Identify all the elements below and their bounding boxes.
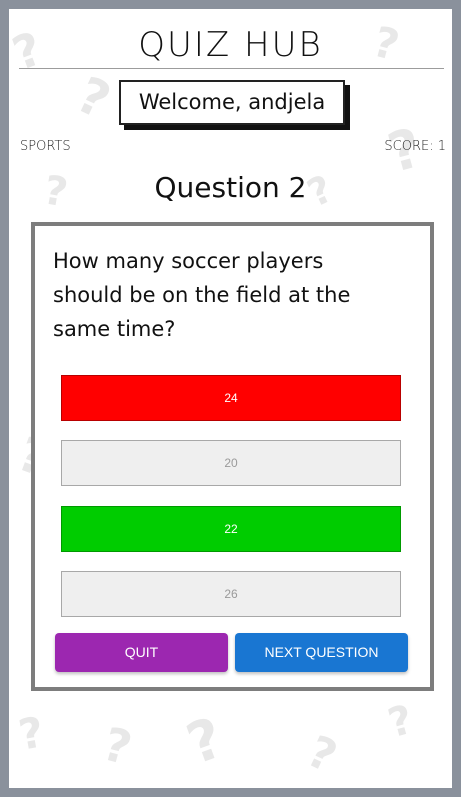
answer-option-correct[interactable]: 22 xyxy=(61,506,401,552)
question-card: How many soccer players should be on the… xyxy=(31,222,434,691)
background-question-mark: ? xyxy=(97,716,138,776)
welcome-banner: Welcome, andjela xyxy=(119,80,345,125)
header-divider xyxy=(19,68,444,69)
category-label: SPORTS xyxy=(20,139,71,154)
answer-option[interactable]: 26 xyxy=(61,571,401,617)
app-title: QUIZ HUB xyxy=(138,25,323,65)
question-text: How many soccer players should be on the… xyxy=(53,249,351,341)
question-number: Question 2 xyxy=(154,171,307,204)
background-question-mark: ? xyxy=(68,65,119,131)
answer-option[interactable]: 20 xyxy=(61,440,401,486)
score-label: SCORE: 1 xyxy=(384,139,446,154)
answer-option-wrong[interactable]: 24 xyxy=(61,375,401,421)
background-question-mark: ? xyxy=(14,707,48,760)
app-frame: ? ? ? ? ? ? ? ? ? ? ? ? QUIZ HUB Welcome… xyxy=(0,0,461,797)
background-question-mark: ? xyxy=(299,725,345,784)
background-question-mark: ? xyxy=(383,696,418,748)
background-question-mark: ? xyxy=(178,705,232,778)
quit-button[interactable]: QUIT xyxy=(55,633,228,672)
next-question-button[interactable]: NEXT QUESTION xyxy=(235,633,408,672)
